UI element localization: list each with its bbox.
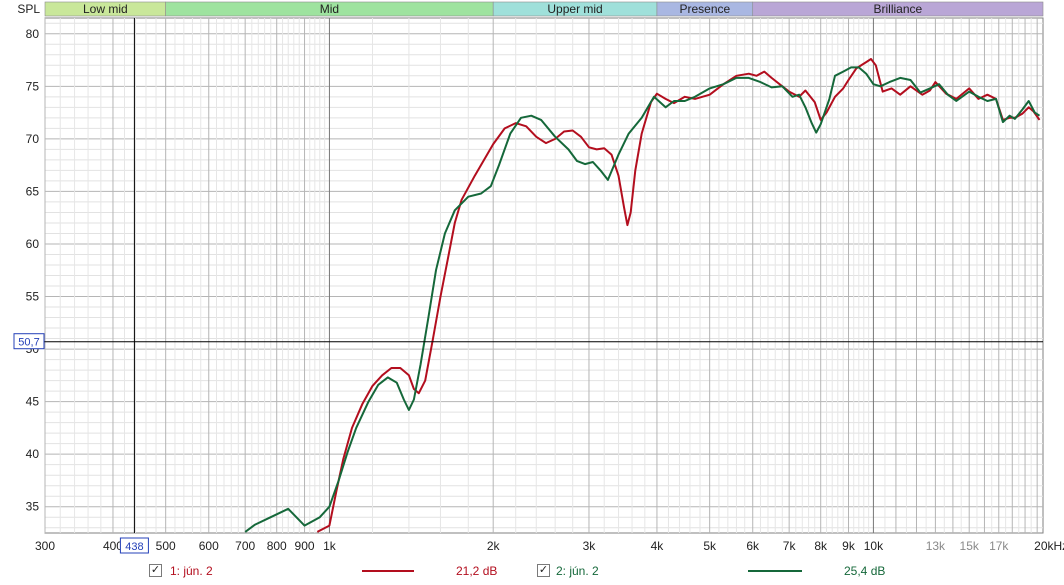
x-tick-label: 1k: [323, 539, 337, 553]
x-tick-label: 13k: [926, 539, 946, 553]
series-2-line-swatch: [748, 570, 802, 572]
x-tick-label: 800: [267, 539, 287, 553]
x-tick-label: 6k: [746, 539, 760, 553]
x-tick-label: 17k: [989, 539, 1009, 553]
x-tick-label: 20kHz: [1034, 539, 1064, 553]
x-tick-label: 15k: [960, 539, 980, 553]
x-tick-label: 600: [199, 539, 219, 553]
y-tick-label: 45: [26, 395, 40, 409]
x-tick-label: 500: [156, 539, 176, 553]
frequency-response-chart[interactable]: Low mid Mid Upper mid Presence Brilliance SP…: [0, 0, 1064, 560]
x-tick-label: 900: [295, 539, 315, 553]
x-tick-label: 10k: [864, 539, 884, 553]
x-tick-label: 8k: [814, 539, 828, 553]
frequency-bands: Low mid Mid Upper mid Presence Brilliance: [44, 1, 1044, 17]
cursor-y-readout: 50,7: [18, 337, 39, 349]
y-tick-label: 70: [26, 132, 40, 146]
series-2-checkbox[interactable]: ✓: [537, 564, 550, 577]
x-tick-label: 5k: [703, 539, 717, 553]
x-ticks: 300 400 500 600 700 800 900 1k 2k 3k 4k 5k 6k 7k 8k 9k 1…: [35, 539, 1064, 553]
x-tick-label: 300: [35, 539, 55, 553]
x-tick-label: 700: [235, 539, 255, 553]
x-tick-label: 7k: [783, 539, 797, 553]
band-label-presence: Presence: [679, 2, 730, 16]
band-label-upper-mid: Upper mid: [547, 2, 602, 16]
x-tick-label: 4k: [651, 539, 665, 553]
series-1-value: 21,2 dB: [456, 564, 498, 578]
series-2-label: 2: jún. 2: [556, 564, 599, 578]
x-tick-label: 9k: [842, 539, 856, 553]
y-tick-label: 40: [26, 447, 40, 461]
y-tick-label: 55: [26, 290, 40, 304]
series-2-value: 25,4 dB: [844, 564, 886, 578]
y-tick-label: 75: [26, 79, 40, 93]
series-1-line-swatch: [362, 570, 414, 572]
y-tick-label: 80: [26, 27, 40, 41]
series-1-checkbox[interactable]: ✓: [149, 564, 162, 577]
legend: ✓ 1: jún. 2 21,2 dB ✓ 2: jún. 2 25,4 dB: [0, 562, 1064, 580]
band-label-brilliance: Brilliance: [874, 2, 923, 16]
cursor-x-readout: 438: [125, 541, 143, 553]
y-tick-label: 60: [26, 237, 40, 251]
x-tick-label: 3k: [583, 539, 597, 553]
y-ticks: 35404550556065707580: [26, 27, 40, 514]
y-tick-label: 65: [26, 184, 40, 198]
x-tick-label: 2k: [487, 539, 501, 553]
band-label-mid: Mid: [320, 2, 339, 16]
y-tick-label: 35: [26, 500, 40, 514]
y-axis-label: SPL: [17, 2, 40, 16]
band-label-low-mid: Low mid: [83, 2, 128, 16]
series-1-label: 1: jún. 2: [170, 564, 213, 578]
